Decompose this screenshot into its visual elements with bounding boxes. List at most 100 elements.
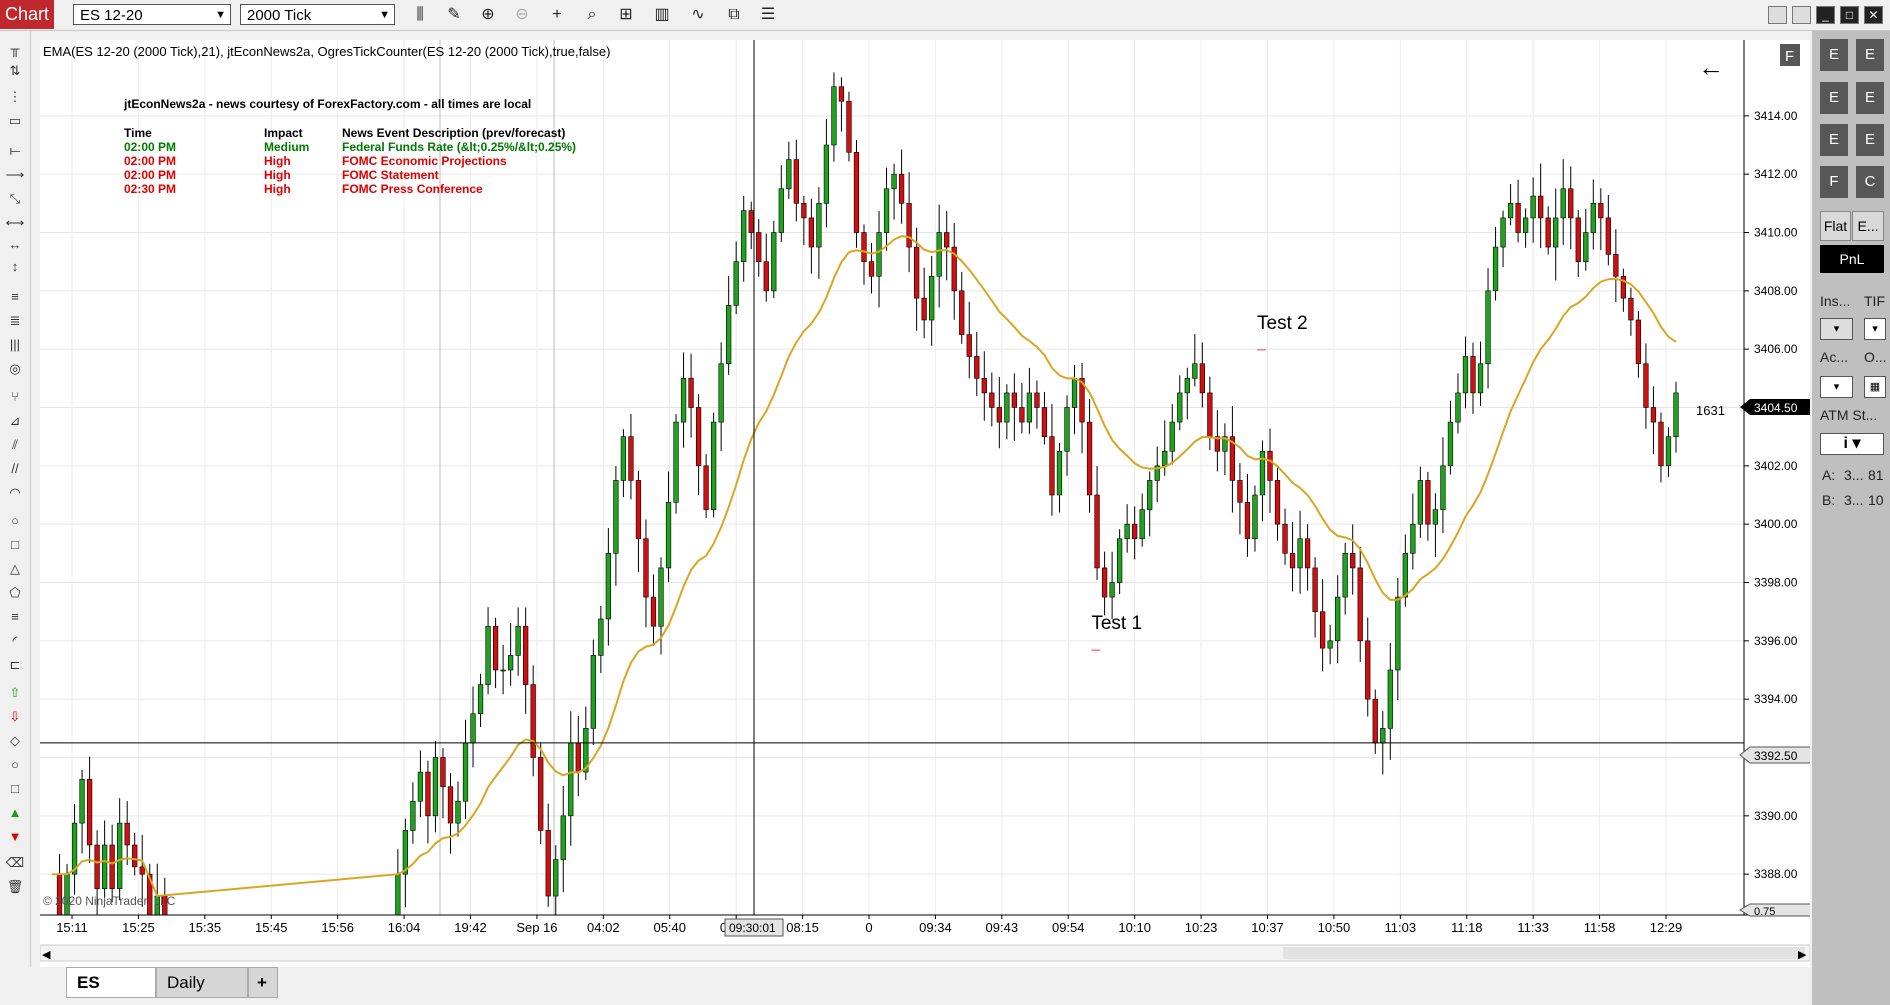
candle-up xyxy=(470,713,476,744)
strategies-icon[interactable]: ⧉ xyxy=(723,4,745,26)
data-box-icon[interactable]: ⌕ xyxy=(581,4,603,26)
account-dropdown[interactable]: ▾ xyxy=(1820,376,1853,398)
dot-icon[interactable]: ○ xyxy=(4,755,26,775)
candle-up xyxy=(1297,538,1303,569)
candle-down xyxy=(1304,538,1311,569)
risk-reward-icon[interactable]: ⊏ xyxy=(4,655,26,675)
fib-time-icon[interactable]: ||| xyxy=(4,335,26,355)
fib-retracement-icon[interactable]: ≡ xyxy=(4,287,26,307)
back-arrow-icon[interactable]: ← xyxy=(1698,52,1724,82)
atm-strategy-dropdown[interactable]: i ▾ xyxy=(1820,433,1884,455)
side-button-1[interactable]: E xyxy=(1820,39,1848,71)
candle-up xyxy=(101,844,108,890)
indicators-icon[interactable]: ∿ xyxy=(687,4,709,26)
stay-in-draw-icon[interactable]: ⇅ xyxy=(4,61,26,81)
candle-up xyxy=(816,203,822,248)
arrow-line-icon[interactable]: ⟷ xyxy=(4,213,26,233)
vertical-line-icon[interactable]: ↕ xyxy=(4,257,26,277)
regression-channel-icon[interactable]: ⫽ xyxy=(4,435,26,455)
triangle-down-icon[interactable]: ▼ xyxy=(4,827,26,847)
side-button-2[interactable]: E xyxy=(1856,39,1884,71)
side-button-4[interactable]: E xyxy=(1856,82,1884,114)
exit-button[interactable]: E... xyxy=(1852,211,1884,241)
ruler-icon[interactable]: ╥ xyxy=(4,39,26,59)
news-row-time: 02:00 PM xyxy=(124,154,176,168)
arc-tool-icon[interactable]: ◜ xyxy=(4,631,26,651)
candle-up xyxy=(568,742,574,817)
candle-up xyxy=(891,173,897,190)
price-chart[interactable]: 3388.003390.003392.003394.003396.003398.… xyxy=(39,40,1812,995)
calculator-icon[interactable]: ▦ xyxy=(1864,376,1886,398)
horizontal-line-icon[interactable]: ↔ xyxy=(4,235,26,255)
side-button-6[interactable]: E xyxy=(1856,124,1884,156)
diamond-icon[interactable]: ◇ xyxy=(4,731,26,751)
extended-line-icon[interactable]: ⤡ xyxy=(4,189,26,209)
news-row-desc: FOMC Economic Projections xyxy=(342,154,507,168)
select-icon[interactable]: ▭ xyxy=(4,111,26,131)
chart-style-icon[interactable]: ▥ xyxy=(651,4,673,26)
close-icon[interactable]: ✕ xyxy=(1864,6,1883,24)
candle-down xyxy=(109,844,115,890)
text-icon[interactable]: ≡ xyxy=(4,607,26,627)
pencil-icon[interactable]: ✎ xyxy=(443,4,465,26)
scroll-right-icon[interactable]: ▶ xyxy=(1798,949,1807,961)
eraser-icon[interactable]: ⌫ xyxy=(4,853,26,873)
pitchfork-icon[interactable]: ⑂ xyxy=(4,387,26,407)
side-button-7[interactable]: F xyxy=(1820,166,1848,198)
rectangle-icon[interactable]: □ xyxy=(4,535,26,555)
side-button-8[interactable]: C xyxy=(1856,166,1884,198)
candle-down xyxy=(139,866,145,875)
snap-icon[interactable]: ⋮ xyxy=(4,87,26,107)
triangle-icon[interactable]: △ xyxy=(4,559,26,579)
candle-down xyxy=(425,771,431,817)
period-selector[interactable]: 2000 Tick ▼ xyxy=(240,4,395,25)
chart-window-tab[interactable]: Chart xyxy=(0,0,54,29)
zoom-out-icon[interactable]: ⊖ xyxy=(511,4,533,26)
properties-icon[interactable]: ☰ xyxy=(757,4,779,26)
crosshair-icon[interactable]: + xyxy=(546,4,568,26)
ray-icon[interactable]: ⟶ xyxy=(4,165,26,185)
arc-icon[interactable]: ◠ xyxy=(4,483,26,503)
window-toggle-icon[interactable] xyxy=(1792,6,1811,24)
tif-dropdown[interactable]: ▾ xyxy=(1864,318,1886,340)
candle-up xyxy=(1455,392,1461,423)
add-tab-button[interactable]: + xyxy=(248,967,278,998)
gann-fan-icon[interactable]: ⊿ xyxy=(4,411,26,431)
square-icon[interactable]: □ xyxy=(4,779,26,799)
arrow-up-icon[interactable]: ⇧ xyxy=(4,683,26,703)
fib-circle-icon[interactable]: ◎ xyxy=(4,359,26,379)
flat-button[interactable]: Flat xyxy=(1820,211,1851,241)
tab-daily[interactable]: Daily xyxy=(156,967,248,998)
line-icon[interactable]: ⟝ xyxy=(4,141,26,161)
trend-channel-icon[interactable]: // xyxy=(4,459,26,479)
candle-down xyxy=(1049,436,1055,496)
drawing-tools-bar: ╥ ⇅ ⋮ ▭ ⟝ ⟶ ⤡ ⟷ ↔ ↕ ≡ ≣ ||| ◎ ⑂ ⊿ ⫽ // ◠… xyxy=(0,31,31,971)
window-toggle-icon[interactable] xyxy=(1768,6,1787,24)
scroll-left-icon[interactable]: ◀ xyxy=(42,949,51,961)
pnl-button[interactable]: PnL xyxy=(1820,245,1884,273)
side-button-3[interactable]: E xyxy=(1820,82,1848,114)
zoom-in-icon[interactable]: ⊕ xyxy=(477,4,499,26)
fib-extension-icon[interactable]: ≣ xyxy=(4,311,26,331)
scrollbar-thumb[interactable] xyxy=(1283,947,1805,959)
tif-field-label: TIF xyxy=(1864,293,1885,309)
arrow-down-icon[interactable]: ⇩ xyxy=(4,707,26,727)
minimize-icon[interactable]: _ xyxy=(1816,6,1835,24)
candle-down xyxy=(1274,480,1281,525)
side-button-5[interactable]: E xyxy=(1820,124,1848,156)
x-tick-label: 16:04 xyxy=(388,920,421,935)
tab-es[interactable]: ES xyxy=(66,967,156,998)
candle-down xyxy=(1545,217,1551,248)
triangle-up-icon[interactable]: ▲ xyxy=(4,803,26,823)
chart-panel[interactable]: 3388.003390.003392.003394.003396.003398.… xyxy=(39,40,1812,995)
bar-type-icon[interactable]: ⫼ xyxy=(409,4,431,26)
ellipse-icon[interactable]: ○ xyxy=(4,511,26,531)
polygon-icon[interactable]: ⬠ xyxy=(4,583,26,603)
maximize-icon[interactable]: □ xyxy=(1840,6,1859,24)
trash-icon[interactable]: 🗑 xyxy=(4,877,26,897)
instrument-selector[interactable]: ES 12-20 ▼ xyxy=(73,4,231,25)
templates-icon[interactable]: ⊞ xyxy=(615,4,637,26)
instrument-field-label: Ins... xyxy=(1820,293,1851,309)
news-row-desc: FOMC Statement xyxy=(342,168,439,182)
instrument-dropdown[interactable]: ▾ xyxy=(1820,318,1853,340)
